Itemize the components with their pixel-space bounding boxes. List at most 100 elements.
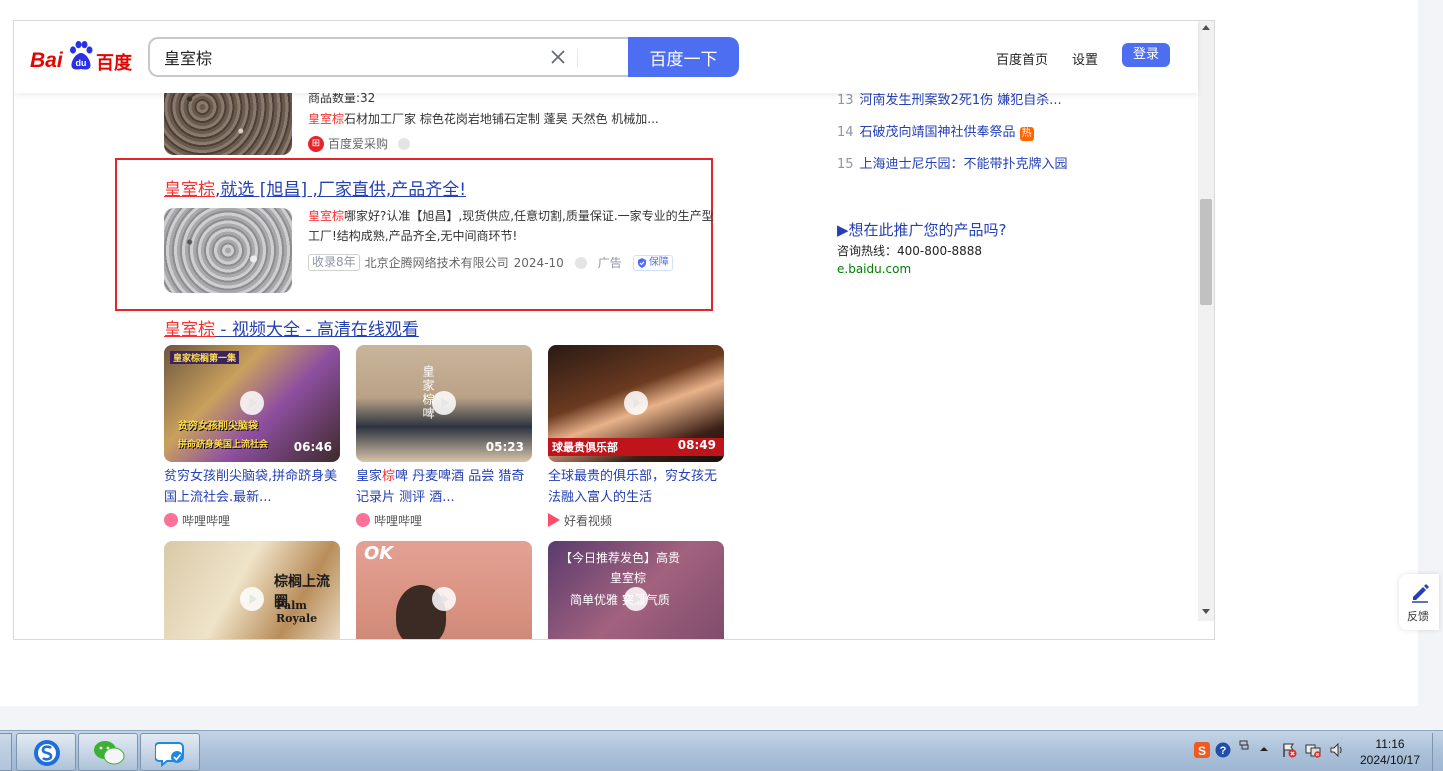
haokan-icon [548,513,560,527]
video-overlay-top: 【今日推荐发色】高贵 [560,551,681,565]
ad-thumbnail[interactable] [164,208,292,293]
ad-title-highlight[interactable]: 皇室棕 [164,180,215,200]
hot-rank: 15 [837,157,854,172]
ad-title[interactable]: 皇室棕,就选 [旭昌] ,厂家直供,产品齐全! [164,175,466,200]
pencil-icon [1412,584,1429,603]
promo-title[interactable]: ▶想在此推广您的产品吗? [837,219,1007,240]
hot-rank: 14 [837,125,854,140]
source-name: 百度爱采购 [328,137,389,151]
play-icon[interactable] [432,391,456,415]
results-content: 商品数量:32 皇室棕石材加工厂家 棕色花岗岩地铺石定制 蓬昊 天然色 机械加.… [14,21,1198,639]
taskbar-qq-browser[interactable] [140,733,200,771]
close-icon[interactable] [548,47,568,67]
nav-settings-link[interactable]: 设置 [1072,49,1098,68]
chevron-up-icon[interactable] [1259,744,1269,754]
bilibili-icon [356,513,370,527]
video-thumbnail[interactable]: 棕榈上流圈 Palm Royale [164,541,340,639]
video-source[interactable]: 好看视频 [548,510,724,530]
search-box[interactable] [148,37,630,77]
promo-url[interactable]: e.baidu.com [837,262,911,276]
video-source[interactable]: 哔哩哔哩 [356,510,532,530]
result-source[interactable]: ⊞ 百度爱采购 [308,135,411,152]
video-thumbnail[interactable]: 皇家棕啤 05:23 [356,345,532,462]
guarantee-badge[interactable]: 保障 [632,254,673,271]
scroll-thumb[interactable] [1200,199,1212,305]
video-source[interactable]: 哔哩哔哩 [164,510,340,530]
hot-list-item[interactable]: 14 石破茂向靖国神社供奉祭品热 [837,121,1034,141]
ad-menu-icon[interactable] [574,256,587,269]
search-button[interactable]: 百度一下 [628,37,739,77]
login-button[interactable]: 登录 [1122,43,1170,67]
guarantee-label: 保障 [648,256,669,268]
description-text: 石材加工厂家 棕色花岗岩地铺石定制 蓬昊 天然色 机械加... [344,112,659,126]
indexed-tag: 收录8年 [308,254,360,271]
ad-company[interactable]: 北京企腾网络技术有限公司 [365,254,509,271]
hot-text[interactable]: 河南发生刑案致2死1伤 嫌犯自杀... [860,93,1062,108]
taskbar: S ? 11:16 2024/10/17 [0,730,1443,771]
video-card[interactable]: 棕榈上流圈 Palm Royale [164,541,340,639]
video-source-name: 哔哩哔哩 [374,513,423,528]
video-thumbnail[interactable]: 皇家棕榈第一集 贫穷女孩削尖脑袋 拼命跻身美国上流社会 06:46 [164,345,340,462]
video-thumbnail[interactable]: 【今日推荐发色】高贵 皇室棕 简单优雅 突显气质 [548,541,724,639]
play-icon[interactable] [240,587,264,611]
ad-meta-row: 收录8年 北京企腾网络技术有限公司 2024-10 广告 保障 [308,254,673,271]
video-title-pre: 皇家 [356,469,383,484]
search-header: Bai du 百度 百度一下 百度首页 设置 登录 [14,21,1198,93]
play-icon[interactable] [624,587,648,611]
start-edge[interactable] [0,733,12,771]
product-description: 皇室棕石材加工厂家 棕色花岗岩地铺石定制 蓬昊 天然色 机械加... [308,109,728,129]
volume-icon[interactable] [1329,742,1345,758]
action-center-flag-icon[interactable] [1281,742,1297,758]
promo-hotline: 咨询热线：400-800-8888 [837,244,983,258]
video-card[interactable]: 【今日推荐发色】高贵 皇室棕 简单优雅 突显气质 [548,541,724,639]
scroll-up-arrow-icon[interactable] [1202,25,1210,30]
play-icon[interactable] [624,391,648,415]
video-title-highlight[interactable]: 皇室棕 [164,320,215,340]
video-thumbnail[interactable]: OK [356,541,532,639]
video-duration: 05:23 [485,440,524,454]
video-section-title[interactable]: 皇室棕 - 视频大全 - 高清在线观看 [164,315,419,340]
keyboard-settings-icon[interactable] [1238,739,1250,751]
search-separator [577,49,578,67]
video-card[interactable]: 皇家棕啤 05:23 皇家棕啤 丹麦啤酒 品尝 猎奇记录片 测评 酒... 哔哩… [356,345,532,530]
baidu-logo[interactable]: Bai du 百度 [30,41,134,75]
nav-home-link[interactable]: 百度首页 [996,49,1048,68]
video-title-link[interactable]: - 视频大全 - 高清在线观看 [215,320,419,340]
wechat-icon [94,741,125,765]
search-input[interactable] [164,47,524,66]
network-icon[interactable] [1305,742,1321,758]
video-source-name: 好看视频 [564,513,613,528]
video-card[interactable]: 皇家棕榈第一集 贫穷女孩削尖脑袋 拼命跻身美国上流社会 06:46 贫穷女孩削尖… [164,345,340,530]
video-card[interactable]: 球最贵俱乐部 08:49 全球最贵的俱乐部，穷女孩无法融入富人的生活 好看视频 [548,345,724,530]
vertical-scrollbar[interactable] [1198,21,1214,621]
clock-time: 11:16 [1375,737,1405,751]
feedback-button[interactable]: 反馈 [1399,574,1439,630]
hot-text[interactable]: 石破茂向靖国神社供奉祭品 [860,125,1016,140]
hot-badge: 热 [1019,127,1034,141]
system-clock[interactable]: 11:16 2024/10/17 [1354,736,1426,768]
video-title[interactable]: 全球最贵的俱乐部，穷女孩无法融入富人的生活 [548,466,724,508]
play-icon[interactable] [432,587,456,611]
ad-description: 皇室棕哪家好?认准【旭昌】,现货供应,任意切割,质量保证.一家专业的生产型工厂!… [308,206,722,246]
sogou-input-icon[interactable]: S [1194,742,1210,758]
play-icon[interactable] [240,391,264,415]
hot-text[interactable]: 上海迪士尼乐园：不能带扑克牌入园 [860,157,1068,172]
shield-icon [637,257,646,268]
video-card[interactable]: OK [356,541,532,639]
taskbar-wechat[interactable] [78,733,138,771]
source-menu-icon[interactable] [398,137,411,150]
hot-list-item[interactable]: 15 上海迪士尼乐园：不能带扑克牌入园 [837,153,1068,172]
hot-rank: 13 [837,93,854,108]
scroll-down-arrow-icon[interactable] [1202,609,1210,614]
video-overlay-top: OK [364,543,394,564]
svg-text:S: S [1198,744,1206,758]
ad-title-link[interactable]: ,就选 [旭昌] ,厂家直供,产品齐全! [215,180,466,200]
video-duration: 08:49 [677,438,716,452]
video-source-name: 哔哩哔哩 [182,513,231,528]
taskbar-sogou-browser[interactable] [16,733,76,771]
help-icon[interactable]: ? [1215,742,1231,758]
show-desktop-button[interactable] [1432,733,1443,771]
video-title[interactable]: 贫穷女孩削尖脑袋,拼命跻身美国上流社会.最新... [164,466,340,508]
video-thumbnail[interactable]: 球最贵俱乐部 08:49 [548,345,724,462]
video-title[interactable]: 皇家棕啤 丹麦啤酒 品尝 猎奇记录片 测评 酒... [356,466,532,508]
